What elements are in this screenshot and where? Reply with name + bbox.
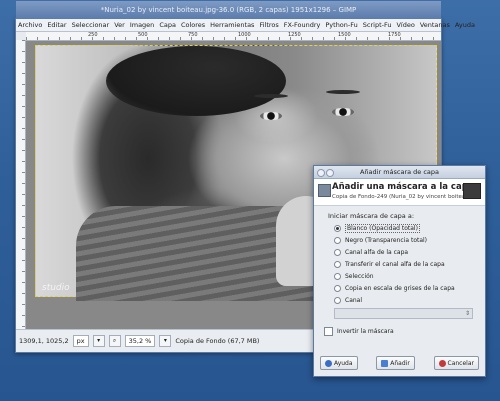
- menu-archivo[interactable]: Archivo: [18, 21, 42, 29]
- window-title: *Nuria_02 by vincent boiteau.jpg-36.0 (R…: [16, 1, 441, 19]
- menu-colores[interactable]: Colores: [181, 21, 205, 29]
- zoom-dropdown-icon[interactable]: ▾: [159, 335, 172, 347]
- radio-button[interactable]: [334, 273, 341, 280]
- add-layer-mask-dialog: Añadir máscara de capa Añadir una máscar…: [313, 165, 486, 377]
- horizontal-ruler[interactable]: 250 500 750 1000 1250 1500 1750: [26, 32, 441, 41]
- unit-select[interactable]: px: [72, 335, 89, 347]
- ruler-tick: 750: [188, 32, 198, 38]
- layer-info: Copia de Fondo (67,7 MB): [175, 337, 260, 345]
- cancel-label: Cancelar: [447, 359, 474, 367]
- radio-transfer-alpha[interactable]: Transferir el canal alfa de la capa: [334, 260, 479, 269]
- ruler-tick: 1500: [338, 32, 351, 38]
- add-button[interactable]: Añadir: [376, 356, 415, 370]
- window-menu-icon[interactable]: [317, 169, 325, 177]
- layer-thumbnail-icon: [463, 183, 481, 199]
- pin-icon[interactable]: [326, 169, 334, 177]
- ruler-tick: 500: [138, 32, 148, 38]
- mask-init-label: Iniciar máscara de capa a:: [328, 212, 415, 220]
- menu-capa[interactable]: Capa: [159, 21, 176, 29]
- radio-layer-alpha[interactable]: Canal alfa de la capa: [334, 248, 479, 257]
- layer-mask-icon: [318, 184, 331, 197]
- help-button[interactable]: Ayuda: [320, 356, 358, 370]
- menu-editar[interactable]: Editar: [47, 21, 66, 29]
- photo-eye: [332, 108, 354, 116]
- radio-label: Copia en escala de grises de la capa: [345, 285, 455, 292]
- dialog-titlebar[interactable]: Añadir máscara de capa: [314, 166, 485, 179]
- dialog-buttons: Ayuda Añadir Cancelar: [314, 356, 485, 370]
- checkbox-box[interactable]: [324, 327, 333, 336]
- ruler-tick: 1250: [288, 32, 301, 38]
- radio-button[interactable]: [334, 297, 341, 304]
- cancel-icon: [438, 359, 446, 367]
- help-icon: [325, 359, 332, 367]
- channel-select[interactable]: ⇕: [334, 308, 473, 319]
- radio-channel[interactable]: Canal: [334, 296, 479, 305]
- menu-seleccionar[interactable]: Seleccionar: [72, 21, 110, 29]
- radio-button[interactable]: [334, 285, 341, 292]
- radio-label: Selección: [345, 273, 374, 280]
- radio-label: Canal alfa de la capa: [345, 249, 409, 256]
- add-icon: [381, 359, 389, 367]
- ruler-tick: 1750: [388, 32, 401, 38]
- menu-ventanas[interactable]: Ventanas: [420, 21, 450, 29]
- menu-fx-foundry[interactable]: FX-Foundry: [284, 21, 321, 29]
- ruler-tick: 250: [88, 32, 98, 38]
- menu-ver[interactable]: Ver: [114, 21, 125, 29]
- dialog-header-subtitle: Copia de Fondo-249 (Nuria_02 by vincent …: [332, 194, 474, 200]
- menu-herramientas[interactable]: Herramientas: [210, 21, 254, 29]
- radio-button[interactable]: [334, 249, 341, 256]
- vertical-ruler[interactable]: [16, 40, 26, 329]
- radio-button[interactable]: [334, 237, 341, 244]
- dialog-header-title: Añadir una máscara a la capa: [332, 182, 474, 192]
- menu-video[interactable]: Vídeo: [396, 21, 414, 29]
- dialog-body: Iniciar máscara de capa a: Blanco (Opaci…: [314, 206, 485, 340]
- radio-grayscale-copy[interactable]: Copia en escala de grises de la capa: [334, 284, 479, 293]
- zoom-select[interactable]: 35,2 %: [124, 335, 156, 347]
- photo-watermark: studio: [42, 283, 70, 293]
- ruler-tick: 1000: [238, 32, 251, 38]
- menu-imagen[interactable]: Imagen: [130, 21, 154, 29]
- radio-label: Canal: [345, 297, 363, 304]
- invert-mask-checkbox[interactable]: Invertir la máscara: [324, 327, 479, 336]
- photo-hair: [106, 46, 286, 116]
- radio-black-full-transparency[interactable]: Negro (Transparencia total): [334, 236, 479, 245]
- radio-white-full-opacity[interactable]: Blanco (Opacidad total): [334, 224, 479, 233]
- chevron-down-icon: ⇕: [464, 310, 470, 317]
- menu-python-fu[interactable]: Python-Fu: [325, 21, 357, 29]
- help-label: Ayuda: [334, 359, 353, 367]
- dialog-title: Añadir máscara de capa: [359, 168, 440, 176]
- radio-label: Transferir el canal alfa de la capa: [345, 261, 445, 268]
- menu-script-fu[interactable]: Script-Fu: [363, 21, 392, 29]
- photo-eye: [260, 112, 282, 120]
- zoom-icon[interactable]: ⌕: [108, 335, 121, 347]
- invert-mask-label: Invertir la máscara: [337, 328, 394, 335]
- unit-dropdown-icon[interactable]: ▾: [92, 335, 105, 347]
- add-label: Añadir: [390, 359, 410, 367]
- radio-label: Blanco (Opacidad total): [345, 224, 420, 233]
- menubar: Archivo Editar Seleccionar Ver Imagen Ca…: [16, 19, 475, 32]
- radio-selection[interactable]: Selección: [334, 272, 479, 281]
- dialog-header: Añadir una máscara a la capa Copia de Fo…: [314, 179, 485, 206]
- pointer-coords: 1309,1, 1025,2: [19, 337, 69, 345]
- radio-button[interactable]: [334, 261, 341, 268]
- menu-filtros[interactable]: Filtros: [259, 21, 278, 29]
- cancel-button[interactable]: Cancelar: [433, 356, 479, 370]
- radio-label: Negro (Transparencia total): [345, 237, 428, 244]
- menu-ayuda[interactable]: Ayuda: [455, 21, 475, 29]
- photo-brow: [326, 90, 360, 94]
- photo-brow: [254, 94, 288, 98]
- radio-button[interactable]: [334, 225, 341, 232]
